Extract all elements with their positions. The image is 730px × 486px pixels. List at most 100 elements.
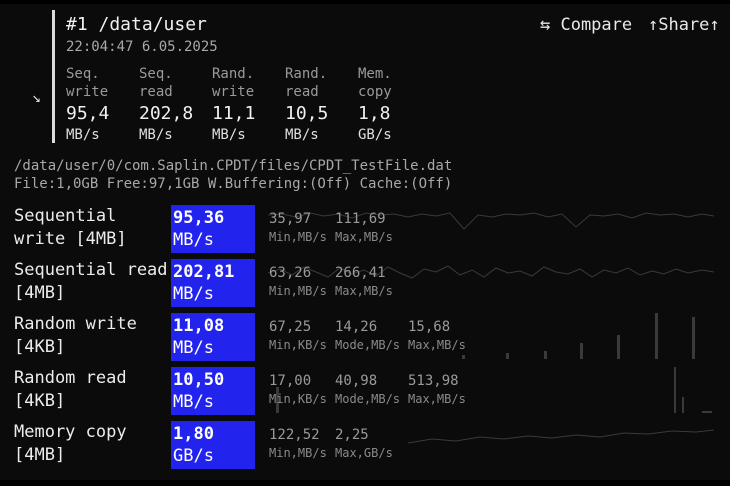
stat-value: 67,25 xyxy=(269,319,312,335)
result-value-box: 1,80 GB/s xyxy=(171,421,255,469)
result-value-box: 11,08 MB/s xyxy=(171,313,255,361)
share-button[interactable]: ↑Share↑ xyxy=(648,15,720,35)
result-value: 11,08 xyxy=(173,316,225,336)
stat-label: Min,KB/s xyxy=(269,392,327,406)
summary-label-line2: copy xyxy=(358,84,392,100)
result-value-box: 95,36 MB/s xyxy=(171,205,255,253)
stat-label: Min,MB/s xyxy=(269,284,327,298)
top-border xyxy=(0,0,730,4)
result-label: Sequential write [4MB] xyxy=(14,205,127,251)
summary-label-line1: Seq. xyxy=(66,66,100,82)
summary-mem-copy: Mem. copy 1,8 GB/s xyxy=(358,65,428,144)
summary-unit: MB/s xyxy=(139,127,173,143)
result-row-rand-write[interactable]: Random write [4KB] 11,08 MB/s 67,25 Min,… xyxy=(0,313,730,363)
bottom-border xyxy=(0,480,730,486)
result-stat: 35,97 Min,MB/s xyxy=(269,211,327,245)
result-label-line2: [4MB] xyxy=(14,283,66,303)
result-marker-line xyxy=(52,10,55,143)
summary-unit: GB/s xyxy=(358,127,392,143)
histogram-bars xyxy=(462,313,695,359)
stat-label: Min,MB/s xyxy=(269,446,327,460)
summary-seq-write: Seq. write 95,4 MB/s xyxy=(66,65,136,144)
result-unit: MB/s xyxy=(173,338,214,358)
histogram-bars xyxy=(276,367,712,413)
speed-sparkline xyxy=(267,265,715,279)
result-value: 202,81 xyxy=(173,262,235,282)
result-label-line1: Random read xyxy=(14,368,127,388)
summary-label-line1: Mem. xyxy=(358,66,392,82)
result-row-rand-read[interactable]: Random read [4KB] 10,50 MB/s 17,00 Min,K… xyxy=(0,367,730,417)
summary-label-line1: Seq. xyxy=(139,66,173,82)
result-unit: GB/s xyxy=(173,446,214,466)
summary-label-line2: read xyxy=(139,84,173,100)
speed-sparkline xyxy=(407,429,715,444)
result-stat: 14,26 Mode,MB/s xyxy=(335,319,400,353)
summary-label-line1: Rand. xyxy=(285,66,328,82)
result-value: 1,80 xyxy=(173,424,214,444)
result-label-line1: Memory copy xyxy=(14,422,127,442)
result-row-seq-write[interactable]: Sequential write [4MB] 95,36 MB/s 35,97 … xyxy=(0,205,730,255)
result-chart: 67,25 Min,KB/s 14,26 Mode,MB/s 15,68 Max… xyxy=(262,313,717,361)
stat-label: Mode,MB/s xyxy=(335,392,401,406)
stat-value: 14,26 xyxy=(335,319,378,335)
summary-unit: MB/s xyxy=(285,127,319,143)
speed-sparkline xyxy=(267,212,715,230)
test-file-info: File:1,0GB Free:97,1GB W.Buffering:(Off)… xyxy=(14,176,453,192)
summary-value: 1,8 xyxy=(358,103,391,124)
result-stat: 111,69 Max,MB/s xyxy=(335,211,393,245)
stat-value: 513,98 xyxy=(408,373,459,389)
stat-label: Min,KB/s xyxy=(269,338,327,352)
stat-value: 40,98 xyxy=(335,373,378,389)
result-stat: 17,00 Min,KB/s xyxy=(269,373,327,407)
result-chart: 122,52 Min,MB/s 2,25 Max,GB/s xyxy=(262,421,717,469)
result-value-box: 202,81 MB/s xyxy=(171,259,255,307)
summary-rand-read: Rand. read 10,5 MB/s xyxy=(285,65,355,144)
result-row-mem-copy[interactable]: Memory copy [4MB] 1,80 GB/s 122,52 Min,M… xyxy=(0,421,730,471)
test-file-path: /data/user/0/com.Saplin.CPDT/files/CPDT_… xyxy=(14,158,453,174)
result-label-line2: write [4MB] xyxy=(14,229,127,249)
stat-label: Max,MB/s xyxy=(335,230,393,244)
result-stat: 67,25 Min,KB/s xyxy=(269,319,327,353)
result-label-line2: [4MB] xyxy=(14,445,66,465)
result-label-line1: Sequential read xyxy=(14,260,168,280)
stat-label: Max,GB/s xyxy=(335,446,393,460)
result-unit: MB/s xyxy=(173,230,214,250)
stat-label: Max,MB/s xyxy=(408,392,466,406)
result-stat: 63,26 Min,MB/s xyxy=(269,265,327,299)
result-stat: 266,41 Max,MB/s xyxy=(335,265,393,299)
result-stat: 40,98 Mode,MB/s xyxy=(335,373,400,407)
stat-value: 63,26 xyxy=(269,265,312,281)
summary-label-line2: read xyxy=(285,84,319,100)
summary-unit: MB/s xyxy=(66,127,100,143)
compare-button[interactable]: ⇆ Compare xyxy=(540,15,632,35)
stat-value: 2,25 xyxy=(335,427,369,443)
summary-unit: MB/s xyxy=(212,127,246,143)
summary-label-line1: Rand. xyxy=(212,66,255,82)
summary-label-line2: write xyxy=(212,84,255,100)
result-stat: 122,52 Min,MB/s xyxy=(269,427,327,461)
stat-value: 17,00 xyxy=(269,373,312,389)
result-label-line2: [4KB] xyxy=(14,391,66,411)
result-unit: MB/s xyxy=(173,392,214,412)
results-screen: ↘ #1 /data/user 22:04:47 6.05.2025 ⇆ Com… xyxy=(0,0,730,486)
result-label: Random read [4KB] xyxy=(14,367,127,413)
result-value: 10,50 xyxy=(173,370,225,390)
stat-label: Max,MB/s xyxy=(335,284,393,298)
stat-label: Mode,MB/s xyxy=(335,338,401,352)
result-unit: MB/s xyxy=(173,284,214,304)
result-label-line2: [4KB] xyxy=(14,337,66,357)
summary-rand-write: Rand. write 11,1 MB/s xyxy=(212,65,282,144)
result-label: Sequential read [4MB] xyxy=(14,259,168,305)
stat-value: 35,97 xyxy=(269,211,312,227)
summary-seq-read: Seq. read 202,8 MB/s xyxy=(139,65,209,144)
result-label-line1: Sequential xyxy=(14,206,117,226)
summary-value: 202,8 xyxy=(139,103,194,124)
result-title: #1 /data/user xyxy=(66,14,207,35)
result-chart: 17,00 Min,KB/s 40,98 Mode,MB/s 513,98 Ma… xyxy=(262,367,717,415)
summary-label-line2: write xyxy=(66,84,109,100)
result-label: Random write [4KB] xyxy=(14,313,137,359)
result-label-line1: Random write xyxy=(14,314,137,334)
result-row-seq-read[interactable]: Sequential read [4MB] 202,81 MB/s 63,26 … xyxy=(0,259,730,309)
expand-arrow-icon[interactable]: ↘ xyxy=(32,88,41,106)
stat-value: 111,69 xyxy=(335,211,386,227)
